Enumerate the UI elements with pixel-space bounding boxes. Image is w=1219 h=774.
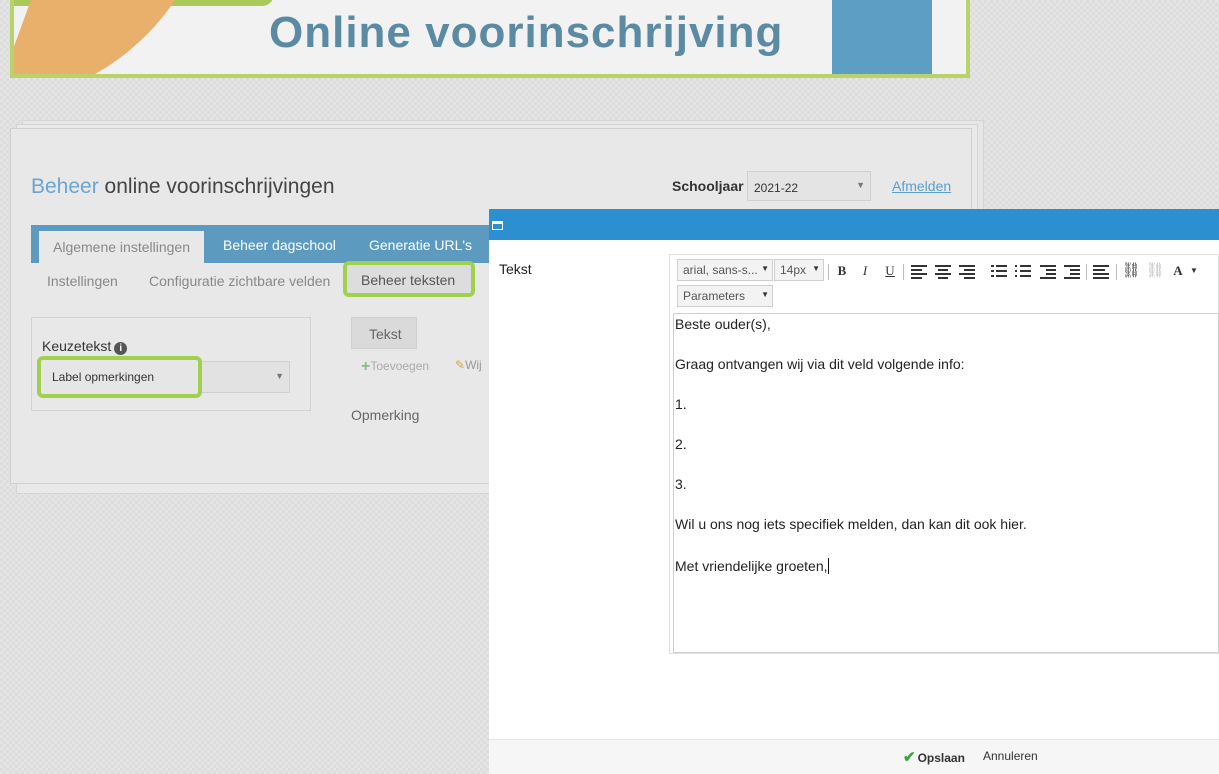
unordered-list-icon[interactable] [1015, 264, 1031, 278]
plus-icon: + [361, 358, 371, 375]
text-field-label: Tekst [499, 261, 532, 277]
pencil-icon: ✎ [455, 358, 466, 372]
editor-line: Wil u ons nog iets specifiek melden, dan… [675, 516, 1027, 532]
align-left-icon[interactable] [911, 264, 927, 279]
tab-day-school[interactable]: Beheer dagschool [223, 237, 336, 253]
parameters-select[interactable]: Parameters ▼ [677, 285, 773, 307]
editor-line: 1. [675, 396, 687, 412]
schoolyear-value: 2021-22 [754, 181, 799, 195]
info-icon[interactable]: i [114, 342, 128, 355]
choice-text-label: Keuzetekst i [42, 338, 128, 355]
edit-text-dialog: Tekst arial, sans-s... ▼ 14px ▼ B I U ⛓ … [489, 209, 1219, 774]
font-family-select[interactable]: arial, sans-s... ▼ [677, 259, 773, 281]
parameters-value: Parameters [683, 289, 746, 303]
rich-text-editor: arial, sans-s... ▼ 14px ▼ B I U ⛓ ⛓ A ▼ … [669, 254, 1219, 654]
toolbar-divider [903, 264, 904, 280]
choice-text-selected-value[interactable]: Label opmerkingen [37, 356, 202, 398]
page-title: Beheer online voorinschrijvingen [31, 175, 335, 199]
checkmark-icon: ✔ [903, 749, 916, 766]
remark-row-label: Opmerking [351, 407, 420, 423]
indent-icon[interactable] [1064, 264, 1080, 279]
subtab-manage-texts[interactable]: Beheer teksten [343, 261, 475, 297]
banner-blue-block [832, 0, 932, 74]
edit-button[interactable]: ✎Wij [455, 358, 482, 372]
schoolyear-select[interactable]: 2021-22 ▼ [747, 171, 871, 201]
tab-text[interactable]: Tekst [351, 317, 417, 349]
save-button-label: Opslaan [917, 751, 965, 765]
chevron-down-icon: ▼ [275, 371, 284, 381]
editor-line-last: Met vriendelijke groeten, [675, 558, 1218, 598]
subtab-visible-fields[interactable]: Configuratie zichtbare velden [149, 273, 330, 289]
banner-orange-decoration [14, 0, 196, 74]
choice-text-label-text: Keuzetekst [42, 338, 112, 354]
tab-general-settings[interactable]: Algemene instellingen [39, 231, 204, 263]
add-button-label: Toevoegen [370, 359, 430, 373]
editor-line: Graag ontvangen wij via dit veld volgend… [675, 356, 965, 372]
dialog-header [489, 209, 1219, 240]
outdent-icon[interactable] [1040, 264, 1056, 279]
edit-button-label: Wij [465, 358, 482, 372]
banner: Online voorinschrijving [10, 0, 970, 78]
dropdown-arrow-icon: ▼ [812, 264, 820, 273]
cancel-button[interactable]: Annuleren [983, 749, 1038, 763]
bold-icon[interactable]: B [832, 262, 852, 280]
subtab-settings[interactable]: Instellingen [47, 273, 118, 289]
editor-content[interactable]: Beste ouder(s), Graag ontvangen wij via … [673, 313, 1219, 653]
underline-icon[interactable]: U [880, 262, 900, 280]
editor-line-text: Met vriendelijke groeten, [675, 558, 828, 574]
window-icon [492, 221, 503, 230]
banner-title: Online voorinschrijving [269, 8, 784, 57]
save-button[interactable]: ✔ Opslaan [903, 748, 965, 766]
editor-line: Beste ouder(s), [675, 316, 771, 332]
toolbar-divider [1086, 264, 1087, 280]
tab-url-generation[interactable]: Generatie URL's [369, 237, 472, 253]
dropdown-arrow-icon: ▼ [761, 264, 769, 273]
editor-line: 2. [675, 436, 687, 452]
choice-text-select[interactable]: ▼ Label opmerkingen [37, 356, 290, 398]
page-title-accent: Beheer [31, 175, 99, 198]
logout-link[interactable]: Afmelden [892, 178, 951, 194]
justify-icon[interactable] [1093, 264, 1109, 279]
toolbar-divider [1116, 264, 1117, 280]
schoolyear-label: Schooljaar [672, 178, 744, 194]
insert-link-icon[interactable]: ⛓ [1121, 262, 1141, 280]
chevron-down-icon[interactable]: ▼ [1184, 262, 1204, 280]
main-tabs: Algemene instellingen Beheer dagschool G… [31, 225, 501, 263]
font-size-select[interactable]: 14px ▼ [774, 259, 824, 281]
dropdown-arrow-icon: ▼ [761, 290, 769, 299]
dialog-footer: ✔ Opslaan Annuleren [489, 739, 1219, 774]
editor-line: 3. [675, 476, 687, 492]
page-title-rest: online voorinschrijvingen [98, 175, 335, 198]
remove-link-icon[interactable]: ⛓ [1145, 262, 1165, 280]
align-center-icon[interactable] [935, 264, 951, 279]
add-button[interactable]: +Toevoegen [361, 358, 429, 376]
font-size-value: 14px [780, 263, 807, 277]
text-cursor [827, 558, 829, 574]
ordered-list-icon[interactable] [991, 264, 1007, 278]
choice-text-box: Keuzetekst i ▼ Label opmerkingen [31, 317, 311, 411]
toolbar-divider [828, 264, 829, 280]
italic-icon[interactable]: I [855, 262, 875, 280]
font-family-value: arial, sans-s... [683, 263, 758, 277]
align-right-icon[interactable] [959, 264, 975, 279]
chevron-down-icon: ▼ [856, 180, 865, 190]
